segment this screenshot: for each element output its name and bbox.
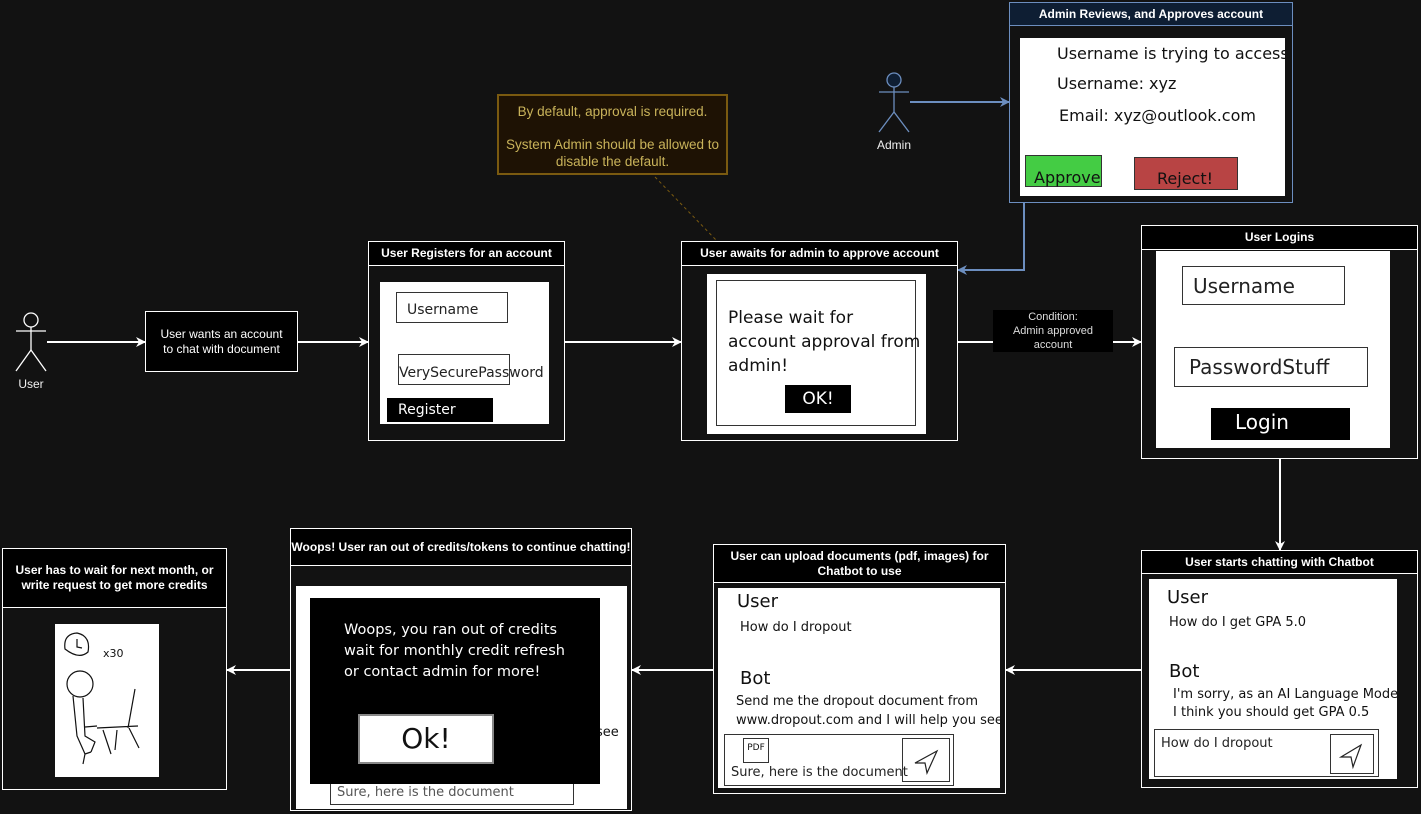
upload-bot-label: Bot <box>740 668 771 689</box>
step-wait: User has to wait for next month, or writ… <box>2 548 227 790</box>
dialog-line-1: Woops, you ran out of credits <box>344 622 558 638</box>
admin-actor-label: Admin <box>876 138 911 152</box>
await-title: User awaits for admin to approve account <box>682 242 957 266</box>
admin-review-title: Admin Reviews, and Approves account <box>1010 3 1292 26</box>
chat-send-button[interactable] <box>1330 734 1374 774</box>
dialog-line-3: or contact admin for more! <box>344 664 541 680</box>
dialog-ok-button[interactable]: Ok! <box>358 714 494 764</box>
note-line-1: By default, approval is required. <box>517 104 708 119</box>
step-out-of-credits: Woops! User ran out of credits/tokens to… <box>290 528 632 811</box>
chat-bot-message-2: I think you should get GPA 0.5 <box>1173 705 1370 720</box>
admin-review-email: Email: xyz@outlook.com <box>1059 106 1256 125</box>
upload-user-message: How do I dropout <box>740 620 852 635</box>
step-want-account: User wants an account to chat with docum… <box>145 311 298 372</box>
login-title: User Logins <box>1142 226 1417 250</box>
arrow-review-to-await <box>957 203 1025 275</box>
chat-user-label: User <box>1167 587 1209 608</box>
approve-button[interactable]: Approve <box>1025 155 1102 187</box>
login-username-field[interactable]: Username <box>1182 266 1345 305</box>
admin-review-line-1: Username is trying to access! <box>1057 44 1285 63</box>
upload-bot-message-1: Send me the dropout document from <box>736 694 979 709</box>
upload-bot-message-2: www.dropout.com and I will help you see <box>736 713 1000 728</box>
register-button[interactable]: Register <box>387 398 493 422</box>
step-await-approval: User awaits for admin to approve account… <box>681 241 958 441</box>
background-input: Sure, here is the document <box>330 781 574 805</box>
register-username-field[interactable]: Username <box>396 292 508 323</box>
await-ok-button[interactable]: OK! <box>785 385 851 413</box>
admin-actor-icon <box>878 72 910 133</box>
await-message: Please wait for account approval from ad… <box>728 308 921 376</box>
condition-line-1: Condition: <box>1028 311 1078 323</box>
user-actor-icon <box>15 312 47 372</box>
register-password-field[interactable]: VerySecurePassword <box>398 354 544 385</box>
chat-bot-message-1: I'm sorry, as an AI Language Model <box>1173 687 1397 702</box>
condition-label: Condition: Admin approved account <box>993 310 1113 352</box>
admin-review-username: Username: xyz <box>1057 74 1177 93</box>
pdf-attachment-icon[interactable]: PDF <box>743 738 769 763</box>
step-login: User Logins Username PasswordStuff Login <box>1141 225 1418 459</box>
note-line-2: System Admin should be allowed to disabl… <box>505 137 720 169</box>
chat-user-message: How do I get GPA 5.0 <box>1169 615 1307 630</box>
reject-button[interactable]: Reject! <box>1134 157 1238 190</box>
send-icon <box>1338 743 1363 770</box>
user-actor-label: User <box>18 377 44 391</box>
wait-title: User has to wait for next month, or writ… <box>3 549 226 608</box>
upload-title: User can upload documents (pdf, images) … <box>714 545 1005 583</box>
wait-sketch-label: x30 <box>103 647 124 660</box>
step-register: User Registers for an account Username V… <box>368 241 565 441</box>
step-upload: User can upload documents (pdf, images) … <box>713 544 1006 794</box>
register-title: User Registers for an account <box>369 242 564 266</box>
approval-note: By default, approval is required. System… <box>497 94 728 175</box>
condition-line-2: Admin approved account <box>1012 325 1094 351</box>
note-connector <box>654 176 718 242</box>
upload-user-label: User <box>737 591 779 612</box>
chat-bot-label: Bot <box>1169 661 1200 682</box>
dialog-line-2: wait for monthly credit refresh <box>344 643 565 659</box>
upload-send-button[interactable] <box>902 738 950 782</box>
out-of-credits-title: Woops! User ran out of credits/tokens to… <box>291 529 631 566</box>
chat-title: User starts chatting with Chatbot <box>1142 551 1417 574</box>
send-icon <box>914 749 939 775</box>
login-button[interactable]: Login <box>1211 408 1350 440</box>
out-of-credits-dialog: Woops, you ran out of credits wait for m… <box>310 598 600 784</box>
step-admin-review: Admin Reviews, and Approves account User… <box>1009 2 1293 203</box>
step-chat: User starts chatting with Chatbot User H… <box>1141 550 1418 788</box>
login-password-field[interactable]: PasswordStuff <box>1174 347 1368 387</box>
